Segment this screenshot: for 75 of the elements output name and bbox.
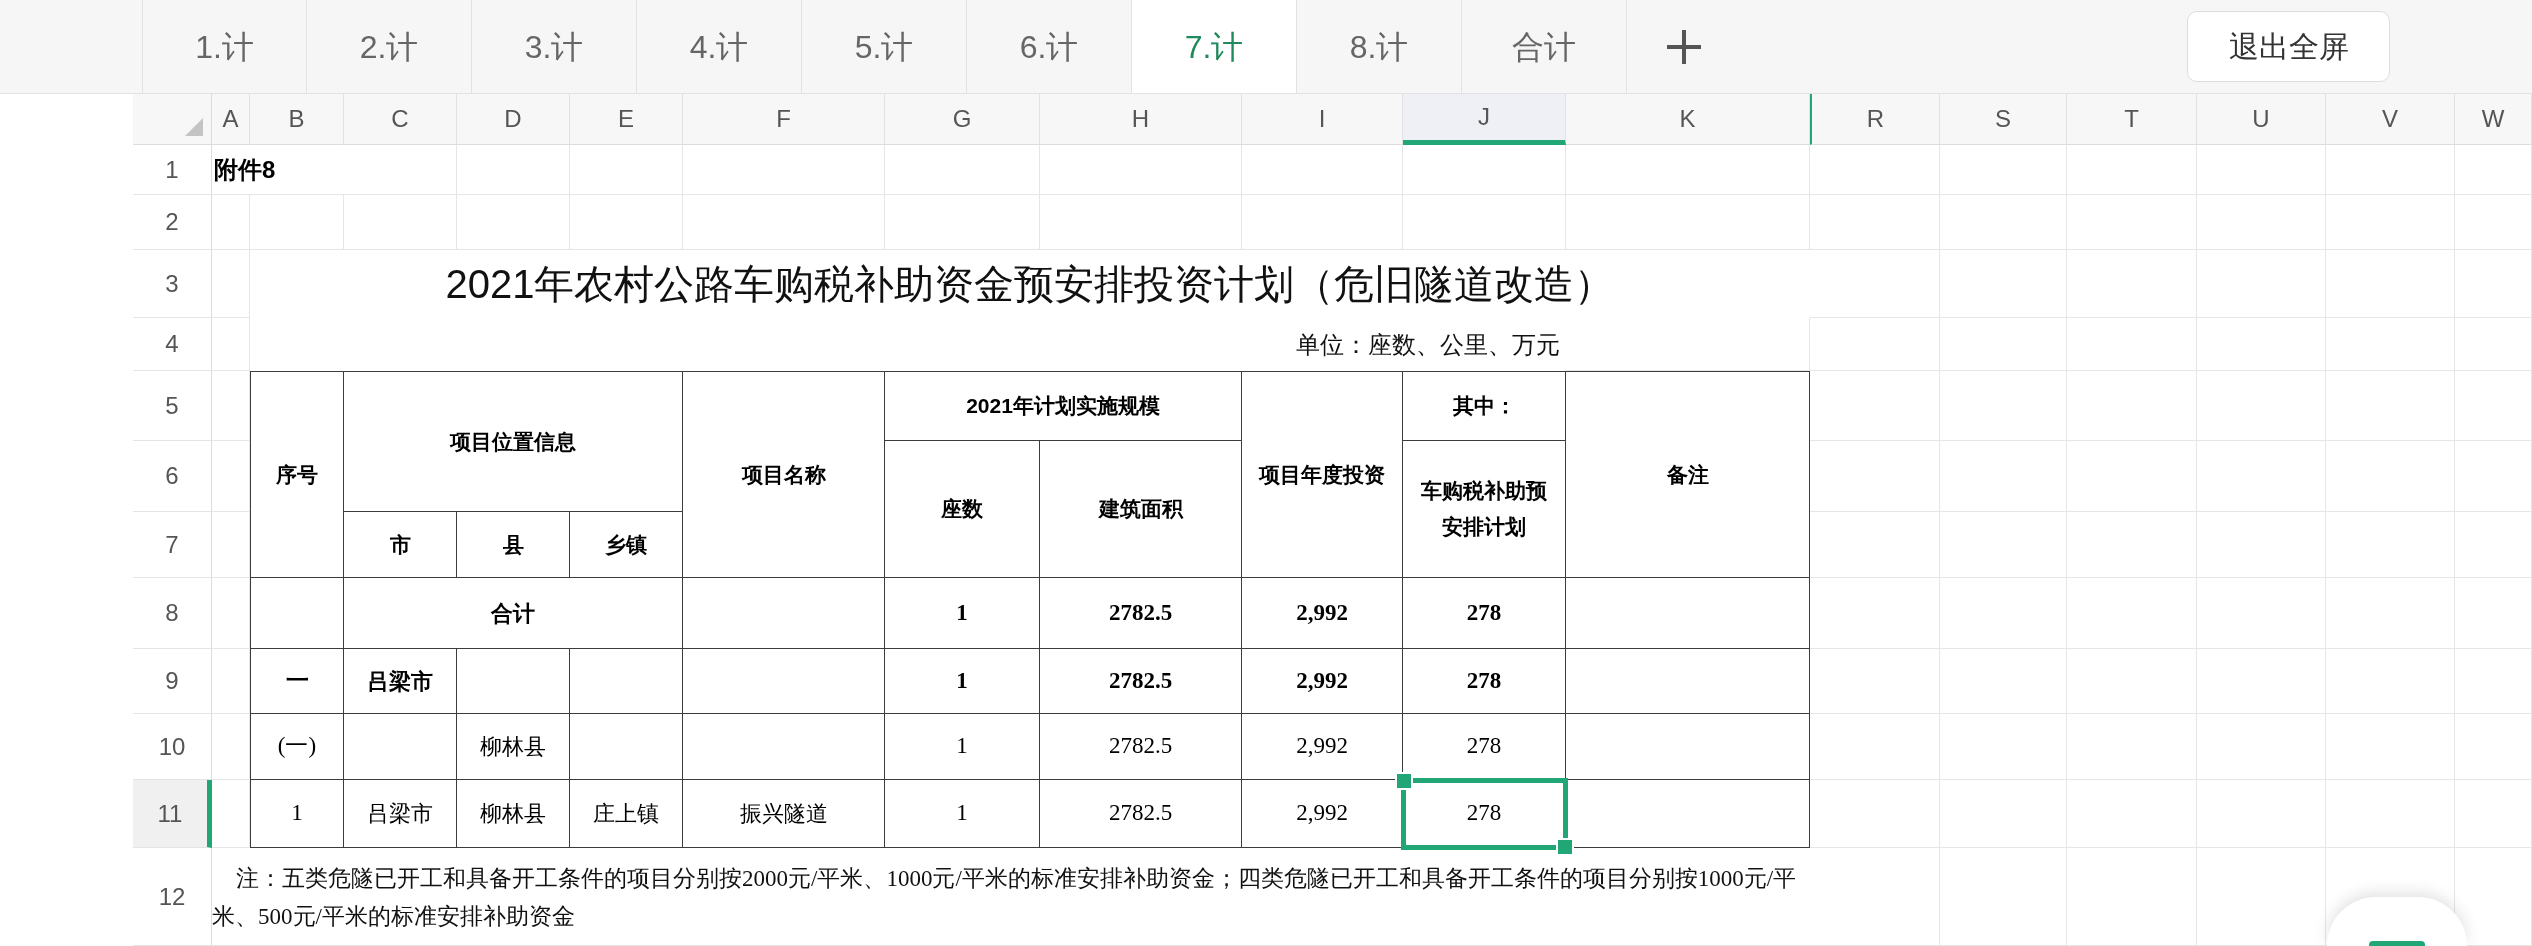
table-header: 项目名称	[683, 371, 885, 578]
table-cell: 2,992	[1242, 714, 1403, 780]
column-header[interactable]: V	[2326, 94, 2455, 145]
row-header[interactable]: 3	[133, 250, 212, 318]
column-header[interactable]: G	[885, 94, 1040, 145]
column-header[interactable]: I	[1242, 94, 1403, 145]
floating-action-button[interactable]	[2327, 897, 2467, 946]
column-header[interactable]: R	[1810, 94, 1940, 145]
table-header: 车购税补助预安排计划	[1403, 441, 1566, 578]
table-cell: 278	[1403, 578, 1566, 649]
table-cell: 合计	[344, 578, 683, 649]
table-header: 乡镇	[570, 512, 683, 578]
table-header: 县	[457, 512, 570, 578]
table-cell: 2782.5	[1040, 649, 1242, 714]
column-header[interactable]: B	[250, 94, 344, 145]
table-cell: 柳林县	[457, 780, 570, 848]
unit-note: 单位：座数、公里、万元	[250, 318, 1566, 371]
row-header[interactable]: 6	[133, 441, 212, 512]
row-header[interactable]: 10	[133, 714, 212, 780]
column-header[interactable]: J	[1403, 94, 1566, 145]
table-cell: 柳林县	[457, 714, 570, 780]
table-header: 项目位置信息	[344, 371, 683, 512]
table-cell: 278	[1403, 649, 1566, 714]
table-cell: (一)	[250, 714, 344, 780]
table-cell: 吕梁市	[344, 649, 457, 714]
row-header[interactable]: 9	[133, 649, 212, 714]
table-header: 2021年计划实施规模	[885, 371, 1242, 441]
table-cell: 1	[885, 649, 1040, 714]
footnote: 注：五类危隧已开工和具备开工条件的项目分别按2000元/平米、1000元/平米的标准安排补助资金；四类危隧已开工和具备开工条件的项目分别按1000元/平米、500元/平米的标准安排补助资金	[212, 848, 1810, 946]
table-cell: 庄上镇	[570, 780, 683, 848]
row-header[interactable]: 8	[133, 578, 212, 649]
plus-icon	[1665, 27, 1703, 66]
sheet-tab[interactable]: 1.计	[142, 0, 307, 93]
table-header: 项目年度投资	[1242, 371, 1403, 578]
table-header: 备注	[1566, 371, 1810, 578]
column-header[interactable]: T	[2067, 94, 2197, 145]
row-header[interactable]: 1	[133, 145, 212, 195]
table-cell: 2,992	[1242, 578, 1403, 649]
table-header: 建筑面积	[1040, 441, 1242, 578]
table-cell: 2782.5	[1040, 780, 1242, 848]
table-cell: 1	[885, 780, 1040, 848]
table-cell: 1	[885, 714, 1040, 780]
row-header[interactable]: 11	[133, 780, 212, 848]
column-header[interactable]: H	[1040, 94, 1242, 145]
table-header: 市	[344, 512, 457, 578]
row-header[interactable]: 7	[133, 512, 212, 578]
column-header[interactable]: E	[570, 94, 683, 145]
column-header[interactable]: W	[2455, 94, 2532, 145]
column-header[interactable]: A	[212, 94, 250, 145]
row-header[interactable]: 2	[133, 195, 212, 250]
table-cell: 一	[250, 649, 344, 714]
table-cell: 2782.5	[1040, 578, 1242, 649]
column-header[interactable]: F	[683, 94, 885, 145]
column-header[interactable]: S	[1940, 94, 2067, 145]
table-cell: 2,992	[1242, 649, 1403, 714]
row-header[interactable]: 5	[133, 371, 212, 441]
column-header[interactable]: U	[2197, 94, 2326, 145]
row-header[interactable]: 12	[133, 848, 212, 946]
table-header: 其中：	[1403, 371, 1566, 441]
row-header[interactable]: 4	[133, 318, 212, 371]
column-header[interactable]: K	[1566, 94, 1810, 145]
column-header[interactable]: D	[457, 94, 570, 145]
sheet-tab[interactable]: 7.计	[1132, 0, 1297, 93]
table-cell: 1	[885, 578, 1040, 649]
table-header: 座数	[885, 441, 1040, 578]
column-header[interactable]: C	[344, 94, 457, 145]
table-cell: 振兴隧道	[683, 780, 885, 848]
table-header: 序号	[250, 371, 344, 578]
table-cell: 2782.5	[1040, 714, 1242, 780]
sheet-title: 2021年农村公路车购税补助资金预安排投资计划（危旧隧道改造）	[250, 250, 1810, 318]
table-cell: 吕梁市	[344, 780, 457, 848]
corner-triangle-icon[interactable]	[185, 118, 203, 136]
attachment-label: 附件8	[212, 145, 344, 195]
exit-fullscreen-button[interactable]: 退出全屏	[2187, 11, 2390, 82]
table-cell: 1	[250, 780, 344, 848]
